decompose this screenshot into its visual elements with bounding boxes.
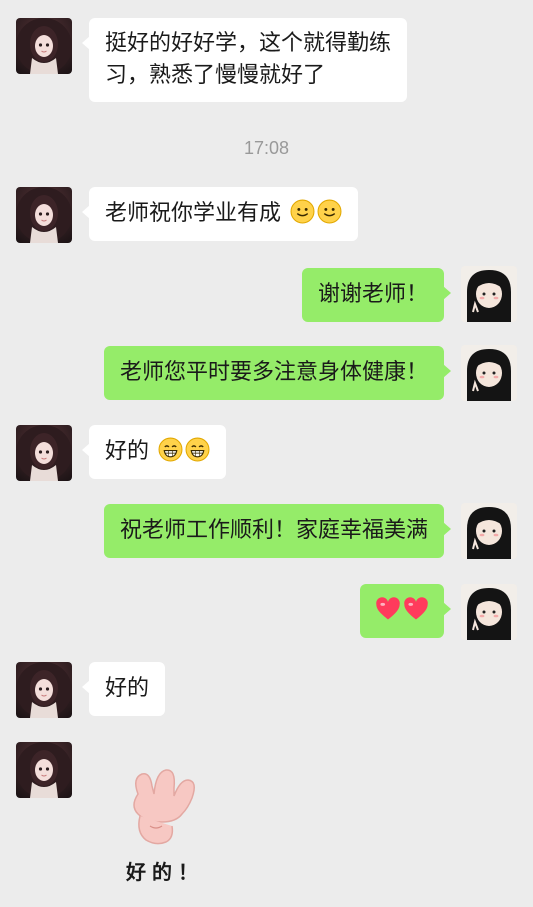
teacher-avatar-image [16, 425, 72, 481]
message-text: 老师祝你学业有成 [105, 201, 282, 226]
student-avatar[interactable] [461, 503, 517, 559]
timestamp: 17:08 [243, 138, 290, 158]
message-text-line: 习，熟悉了慢慢就好了 [105, 63, 326, 88]
teacher-avatar-image [16, 662, 72, 718]
incoming-message-bubble[interactable]: 好的 [81, 425, 227, 479]
teacher-avatar-image [16, 187, 72, 243]
student-avatar-image [461, 345, 517, 401]
student-avatar[interactable] [461, 584, 517, 640]
grin-emoji-icon [158, 437, 183, 462]
outgoing-message-bubble[interactable]: 谢谢老师！ [301, 268, 452, 322]
outgoing-message-bubble[interactable]: 老师您平时要多注意身体健康！ [103, 346, 452, 400]
student-avatar[interactable] [461, 266, 517, 322]
grin-emoji-icon [185, 437, 210, 462]
outgoing-message-bubble[interactable] [360, 584, 451, 638]
ok-hand-sticker[interactable]: 好的！ [118, 760, 228, 890]
teacher-avatar[interactable] [16, 742, 72, 798]
incoming-message-bubble[interactable]: 老师祝你学业有成 [81, 187, 359, 241]
incoming-message-bubble[interactable]: 好的 [81, 662, 166, 716]
teacher-avatar-image [16, 18, 72, 74]
student-avatar-image [461, 503, 517, 559]
teacher-avatar[interactable] [16, 18, 72, 74]
teacher-avatar-image [16, 742, 72, 798]
chat-window: 挺好的好好学，这个就得勤练 习，熟悉了慢慢就好了 17:08 老师祝你学业有成 [0, 0, 533, 907]
message-text: 谢谢老师！ [317, 282, 428, 307]
smile-emoji-icon [317, 199, 342, 224]
heart-emoji-icon [376, 597, 400, 620]
teacher-avatar[interactable] [16, 425, 72, 481]
teacher-avatar[interactable] [16, 662, 72, 718]
incoming-message-bubble[interactable]: 挺好的好好学，这个就得勤练 习，熟悉了慢慢就好了 [81, 18, 408, 102]
sticker-caption: 好的！ [126, 860, 204, 884]
message-text: 祝老师工作顺利！家庭幸福美满 [119, 518, 428, 543]
smile-emoji-icon [290, 199, 315, 224]
message-text-line: 挺好的好好学，这个就得勤练 [105, 31, 392, 56]
teacher-avatar[interactable] [16, 187, 72, 243]
student-avatar-image [461, 584, 517, 640]
ok-hand-icon [133, 769, 195, 845]
outgoing-message-bubble[interactable]: 祝老师工作顺利！家庭幸福美满 [103, 504, 452, 558]
message-text: 好的 [105, 676, 150, 701]
heart-emoji-icon [404, 597, 428, 620]
student-avatar-image [461, 266, 517, 322]
student-avatar[interactable] [461, 345, 517, 401]
message-text: 好的 [105, 439, 150, 464]
message-text: 老师您平时要多注意身体健康！ [119, 360, 428, 385]
